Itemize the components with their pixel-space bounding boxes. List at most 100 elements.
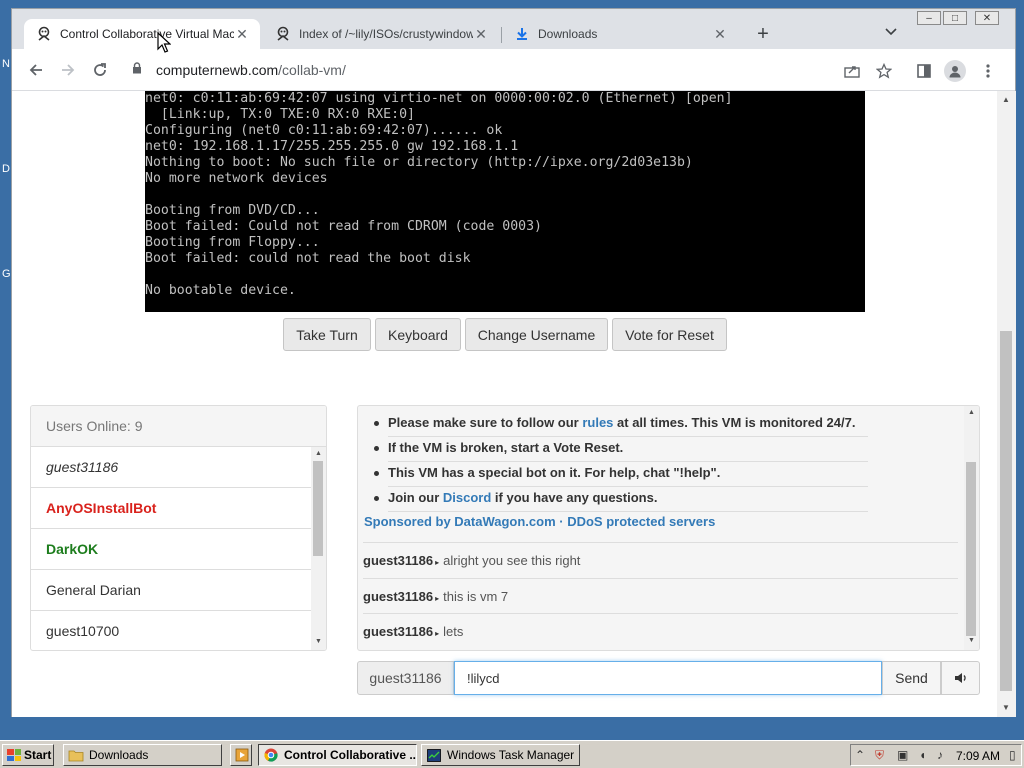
desktop-label: N [2, 58, 10, 70]
scroll-thumb[interactable] [966, 462, 976, 636]
side-panel-icon[interactable] [914, 61, 934, 81]
tray-shield-icon[interactable]: ⛨ [875, 748, 884, 763]
rule-text: If the VM is broken, start a Vote Reset. [388, 440, 624, 455]
new-tab-button[interactable]: + [752, 23, 774, 45]
vm-screen-line: Boot failed: Could not read from CDROM (… [145, 219, 542, 234]
close-icon[interactable]: ✕ [473, 26, 489, 42]
taskbar-item-downloads[interactable]: Downloads [63, 744, 222, 766]
scroll-thumb[interactable] [313, 461, 323, 556]
rule-item: This VM has a special bot on it. For hel… [374, 462, 868, 487]
media-player-icon [234, 747, 250, 763]
scroll-down-icon[interactable]: ▼ [968, 637, 975, 644]
show-desktop-icon[interactable]: ▯ [1009, 748, 1016, 762]
taskbar-item-chrome[interactable]: Control Collaborative ... [258, 744, 417, 766]
profile-avatar-icon[interactable] [944, 60, 966, 82]
lock-icon[interactable] [132, 62, 142, 77]
tab-title: Index of /~lily/ISOs/crustywindows/ [299, 27, 473, 41]
address-bar[interactable]: computernewb.com/collab-vm/ [124, 55, 894, 85]
rule-item: If the VM is broken, start a Vote Reset. [374, 437, 868, 462]
url-host: computernewb.com [156, 62, 279, 78]
tab-title: Control Collaborative Virtual Machine [60, 27, 234, 41]
back-icon[interactable] [25, 59, 47, 81]
keyboard-button[interactable]: Keyboard [375, 318, 461, 351]
tray-network-icon[interactable]: ▣ [897, 748, 908, 762]
user-list-item[interactable]: DarkOK [31, 529, 311, 570]
chat-scrollbar[interactable]: ▲ ▼ [964, 406, 979, 650]
tray-expand-icon[interactable]: ⌃ [855, 748, 865, 762]
send-button[interactable]: Send [882, 661, 941, 695]
download-icon [514, 26, 530, 42]
user-list-item[interactable]: AnyOSInstallBot [31, 488, 311, 529]
forward-icon[interactable] [57, 59, 79, 81]
chat-message: guest31186 ▸ alright you see this right [363, 542, 958, 578]
start-button[interactable]: Start [2, 744, 54, 766]
vm-screen-line: net0: c0:11:ab:69:42:07 using virtio-net… [145, 91, 733, 106]
maximize-button[interactable]: □ [943, 11, 967, 25]
tab-downloads[interactable]: Downloads ✕ [502, 19, 738, 49]
users-online-header: Users Online: 9 [31, 406, 326, 447]
share-icon[interactable] [842, 61, 862, 81]
tray-clock[interactable]: 7:09 AM [956, 749, 1000, 763]
vm-screen-line: Booting from DVD/CD... [145, 203, 320, 218]
rule-item: Please make sure to follow our rules at … [374, 412, 868, 437]
arrow-right-icon: ▸ [435, 594, 440, 603]
vm-screen-line: [Link:up, TX:0 TXE:0 RX:0 RXE:0] [145, 107, 415, 122]
bookmark-star-icon[interactable] [874, 61, 894, 81]
user-list-item[interactable]: guest31186 [31, 447, 311, 488]
tray-volume-icon[interactable]: ◖ [919, 748, 926, 762]
user-list-item[interactable]: guest10700 [31, 611, 311, 650]
users-online-panel: Users Online: 9 guest31186 AnyOSInstallB… [30, 405, 327, 651]
sponsor-link[interactable]: Sponsored by DataWagon.com · DDoS protec… [364, 514, 715, 529]
taskbar-item-label: Downloads [89, 748, 149, 762]
menu-kebab-icon[interactable] [978, 61, 998, 81]
start-label: Start [24, 748, 52, 762]
chat-input-group: guest31186 Send [357, 661, 980, 695]
taskbar-item-media[interactable] [230, 744, 252, 766]
collabvm-icon [36, 26, 52, 42]
scroll-up-icon[interactable]: ▲ [968, 409, 975, 416]
arrow-right-icon: ▸ [435, 558, 440, 567]
chat-message: guest31186 ▸ lets [363, 613, 958, 649]
vm-display[interactable]: net0: c0:11:ab:69:42:07 using virtio-net… [145, 91, 865, 312]
scroll-up-icon[interactable]: ▲ [315, 450, 322, 457]
mouse-cursor-icon [157, 32, 171, 53]
take-turn-button[interactable]: Take Turn [283, 318, 371, 351]
close-window-button[interactable]: ✕ [975, 11, 999, 25]
desktop-label: G [2, 268, 11, 280]
rules-link[interactable]: rules [582, 415, 613, 430]
chat-input-username: guest31186 [357, 661, 454, 695]
rule-text: if you have any questions. [491, 490, 658, 505]
minimize-button[interactable]: – [917, 11, 941, 25]
users-scrollbar[interactable]: ▲ ▼ [311, 447, 326, 650]
change-username-button[interactable]: Change Username [465, 318, 608, 351]
tab-search-icon[interactable] [885, 25, 897, 39]
chat-rules-list: Please make sure to follow our rules at … [374, 412, 868, 512]
tray-speaker-icon[interactable]: ♪ [937, 748, 943, 762]
discord-link[interactable]: Discord [443, 490, 491, 505]
vm-screen-line: Booting from Floppy... [145, 235, 320, 250]
rule-text: Please make sure to follow our [388, 415, 583, 430]
chat-username: guest31186 [363, 553, 434, 568]
chat-input[interactable] [454, 661, 882, 695]
vm-screen-line [145, 187, 865, 203]
chrome-icon [263, 747, 279, 763]
reload-icon[interactable] [89, 59, 111, 81]
vote-reset-button[interactable]: Vote for Reset [612, 318, 727, 351]
tab-collabvm[interactable]: Control Collaborative Virtual Machine ✕ [24, 19, 260, 49]
scroll-up-icon[interactable]: ▲ [1002, 95, 1010, 104]
speaker-icon[interactable] [941, 661, 980, 695]
scroll-down-icon[interactable]: ▼ [315, 638, 322, 645]
tab-iso-index[interactable]: Index of /~lily/ISOs/crustywindows/ ✕ [263, 19, 499, 49]
close-icon[interactable]: ✕ [234, 26, 250, 42]
taskbar: Start Downloads Control Collaborative ..… [0, 740, 1024, 768]
page-scrollbar[interactable]: ▲ ▼ [997, 91, 1016, 717]
scroll-thumb[interactable] [1000, 331, 1012, 691]
page-viewport: net0: c0:11:ab:69:42:07 using virtio-net… [12, 91, 997, 717]
user-list-item[interactable]: General Darian [31, 570, 311, 611]
chat-text: lets [443, 624, 464, 639]
close-icon[interactable]: ✕ [712, 26, 728, 42]
scroll-down-icon[interactable]: ▼ [1002, 703, 1010, 712]
rule-text: Join our [388, 490, 443, 505]
vm-screen-line: Configuring (net0 c0:11:ab:69:42:07)....… [145, 123, 503, 138]
taskbar-item-task-manager[interactable]: Windows Task Manager [421, 744, 580, 766]
